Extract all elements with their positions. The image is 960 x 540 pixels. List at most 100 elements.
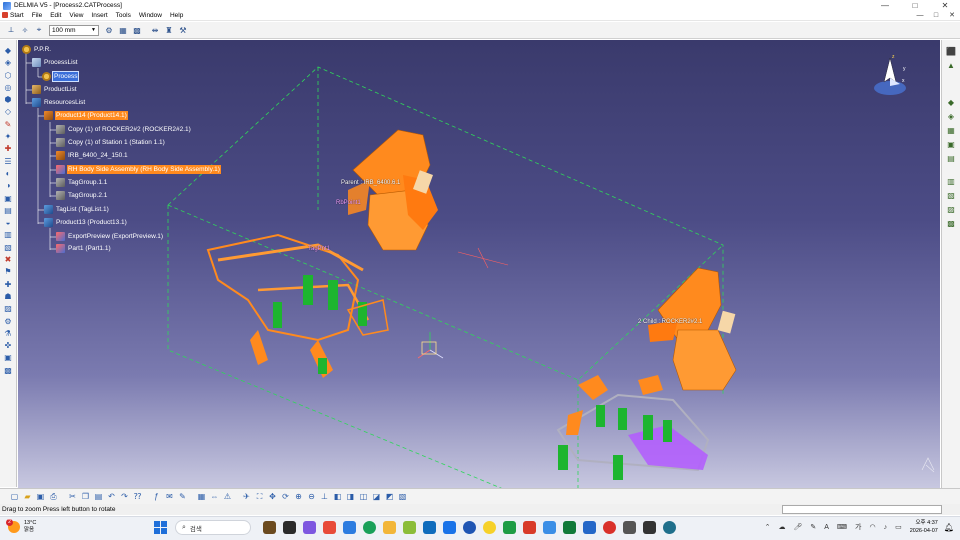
taskbar-app-19[interactable] [622,521,636,534]
taskbar-app-3[interactable] [302,521,316,534]
taskbar-search[interactable]: ⌕ 검색 [175,520,251,535]
menu-start[interactable]: Start [0,11,28,21]
workbench-icon-2[interactable]: ▲ [946,60,957,71]
catalog-icon[interactable]: ▦ [197,492,207,502]
open-icon[interactable]: ▰ [23,492,33,502]
workbench-icon-5[interactable]: ▦ [946,125,957,136]
manipulate-icon[interactable]: ⚙ [104,25,114,35]
workbench-icon-3[interactable]: ◆ [946,97,957,108]
measure-between-icon[interactable]: ⇔ [210,492,220,502]
tool-icon-27[interactable]: ▩ [3,366,13,376]
taskbar-app-1[interactable] [262,521,276,534]
doc-minimize-button[interactable]: — [912,11,928,21]
workbench-icon-10[interactable]: ▨ [946,204,957,215]
maximize-button[interactable]: □ [900,0,930,11]
quick-view-icon[interactable]: ◧ [333,492,343,502]
tool-icon-7[interactable]: ✎ [3,120,13,130]
tree-node-rh-body-side[interactable]: RH Body Side Assembly (RH Body Side Asse… [56,165,221,174]
step-size-select[interactable]: 100 mm ▼ [49,24,99,36]
tree-node-resourceslist[interactable]: ResourcesList [32,98,86,107]
menu-edit[interactable]: Edit [46,11,65,21]
save-icon[interactable]: ▣ [36,492,46,502]
tree-node-part1[interactable]: Part1 (Part1.1) [56,244,112,253]
formula-icon[interactable]: ƒ [152,492,162,502]
volume-icon[interactable]: ♪ [884,524,888,531]
tool-icon-14[interactable]: ▤ [3,206,13,216]
tool-icon-10[interactable]: ☰ [3,157,13,167]
compass-toggle-icon[interactable]: ✧ [20,25,30,35]
menu-file[interactable]: File [28,11,46,21]
taskbar-app-10[interactable] [442,521,456,534]
taskbar-app-16[interactable] [562,521,576,534]
battery-icon[interactable]: ▭ [895,523,902,531]
fixture-assembly-right[interactable] [556,375,710,480]
compass-icon[interactable]: z y x [870,50,912,100]
menu-insert[interactable]: Insert [87,11,111,21]
print-icon[interactable]: ⎙ [49,492,59,502]
tool-icon-19[interactable]: ⚑ [3,267,13,277]
swap-visible-icon[interactable]: ◪ [372,492,382,502]
3d-viewport[interactable]: z y x Parent : IRB_6400.6.1 RbPoint1 2 C… [18,40,940,488]
tree-node-exportpreview[interactable]: ExportPreview (ExportPreview.1) [56,232,164,241]
tree-node-product14[interactable]: Product14 (Product14.1) [44,111,128,120]
taskbar-app-21[interactable] [662,521,676,534]
rotate-icon[interactable]: ⟳ [281,492,291,502]
chevron-up-icon[interactable]: ⌃ [765,523,771,531]
undo-icon[interactable]: ↶ [107,492,117,502]
taskbar-app-14[interactable] [522,521,536,534]
tool-icon-18[interactable]: ✖ [3,255,13,265]
workbench-icon-8[interactable]: ▥ [946,176,957,187]
clash-icon[interactable]: ⚠ [223,492,233,502]
taskbar-app-7[interactable] [382,521,396,534]
cloud-icon[interactable]: ☁ [778,523,785,531]
new-icon[interactable]: ▢ [10,492,20,502]
keyboard-icon[interactable]: ⌨ [837,523,847,531]
tool-icon-22[interactable]: ▨ [3,304,13,314]
workbench-icon-6[interactable]: ▣ [946,139,957,150]
taskbar-app-13[interactable] [502,521,516,534]
tool-icon-23[interactable]: ⚙ [3,317,13,327]
workbench-icon-7[interactable]: ▤ [946,153,957,164]
tool-icon-4[interactable]: ◎ [3,83,13,93]
tree-node-taggroup1[interactable]: TagGroup.1.1 [56,178,108,187]
tool-icon-25[interactable]: ✜ [3,341,13,351]
tree-node-irb6400[interactable]: IRB_6400_24_150.1 [56,151,129,160]
align-icon[interactable]: ⇹ [150,25,160,35]
doc-restore-button[interactable]: □ [928,11,944,21]
taskbar-app-12[interactable] [482,521,496,534]
tool-icon-15[interactable]: ◒ [3,218,13,228]
menu-view[interactable]: View [65,11,87,21]
tree-node-taglist[interactable]: TagList (TagList.1) [44,205,110,214]
tool-icon-11[interactable]: ◐ [3,169,13,179]
workbench-icon-1[interactable]: ⬛ [946,46,957,57]
fit-all-icon[interactable]: ⛶ [255,492,265,502]
power-input-field[interactable] [782,505,942,514]
ime-indicator[interactable]: 가 [855,522,861,532]
tree-node-ppr[interactable]: P.P.R. [22,45,52,54]
tree-node-rocker[interactable]: Copy (1) of ROCKER2#2 (ROCKER2#2.1) [56,125,192,134]
workbench-icon-11[interactable]: ▩ [946,218,957,229]
doc-close-button[interactable]: ✕ [944,11,960,21]
tool-icon-1[interactable]: ◆ [3,46,13,56]
tool-icon-26[interactable]: ▣ [3,353,13,363]
robot-teach-icon[interactable]: ♜ [164,25,174,35]
language-indicator[interactable]: A [824,524,829,531]
close-button[interactable]: ✕ [930,0,960,11]
pen-icon[interactable]: ✎ [810,523,816,531]
taskbar-app-5[interactable] [342,521,356,534]
tool-icon-21[interactable]: ☗ [3,292,13,302]
wifi-icon[interactable]: ◠ [869,523,875,531]
microphone-icon[interactable]: 🎤︎ [793,523,802,531]
taskbar-app-8[interactable] [402,521,416,534]
cut-icon[interactable]: ✂ [68,492,78,502]
normal-view-icon[interactable]: ⊥ [320,492,330,502]
render-icon[interactable]: ◩ [385,492,395,502]
tool-icon-3[interactable]: ⬡ [3,71,13,81]
picture-icon[interactable]: ▧ [398,492,408,502]
device-jog-icon[interactable]: ⚒ [178,25,188,35]
grid-display-icon[interactable]: ▩ [132,25,142,35]
tool-icon-6[interactable]: ◇ [3,107,13,117]
tool-icon-5[interactable]: ⬢ [3,95,13,105]
tool-icon-20[interactable]: ✚ [3,280,13,290]
taskbar-app-20[interactable] [642,521,656,534]
